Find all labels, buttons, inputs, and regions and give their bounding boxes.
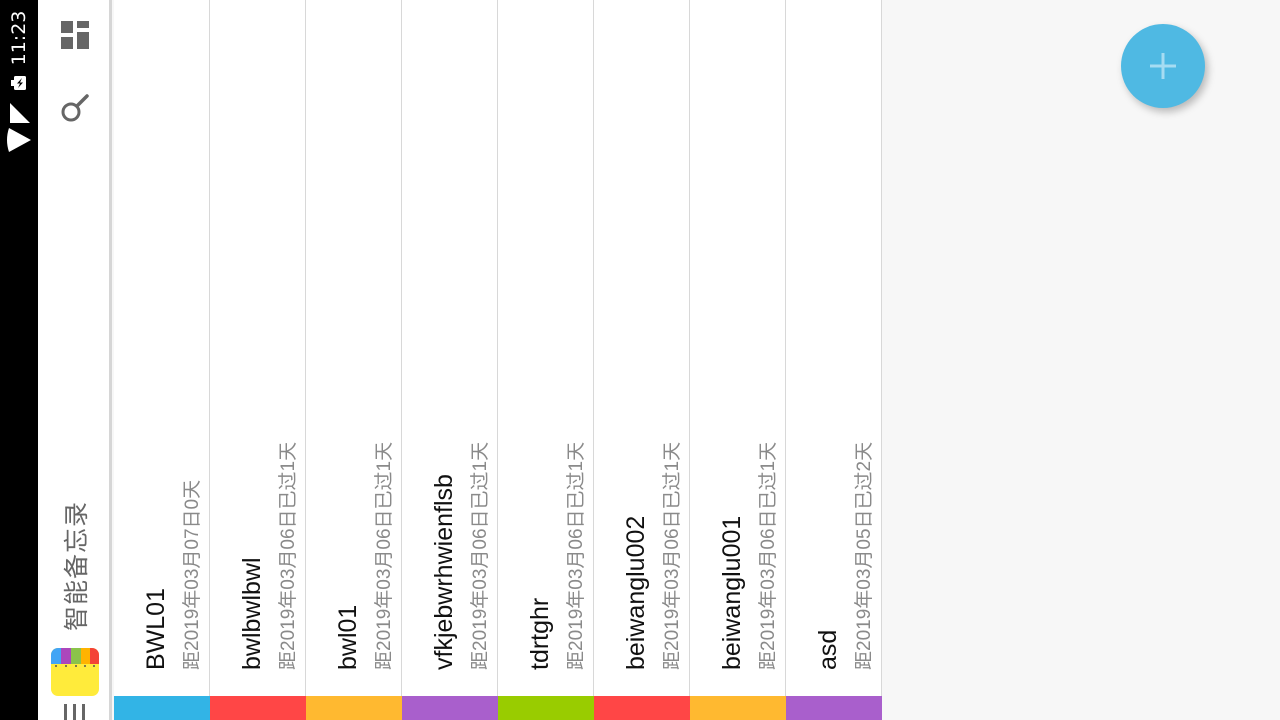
battery-charging-icon [11, 76, 26, 90]
screen: 11:23 智能备忘录 BWL01 距2019年03月07日0天 bwlbwlb… [0, 0, 1280, 720]
wifi-icon [7, 128, 31, 152]
memo-color-bar [690, 696, 786, 720]
memo-color-bar [786, 696, 882, 720]
memo-date: 距2019年03月06日已过1天 [374, 441, 395, 670]
memo-date: 距2019年03月05日已过2天 [854, 441, 875, 670]
memo-date: 距2019年03月06日已过1天 [278, 441, 299, 670]
memo-title: vfkjebwrhwienflsb [430, 474, 458, 670]
memo-color-bar [594, 696, 690, 720]
memo-item[interactable]: tdrtghr 距2019年03月06日已过1天 [498, 0, 594, 720]
app-logo-icon [51, 648, 99, 696]
memo-date: 距2019年03月06日已过1天 [470, 441, 491, 670]
memo-item[interactable]: BWL01 距2019年03月07日0天 [114, 0, 210, 720]
add-memo-button[interactable] [1121, 24, 1205, 108]
memo-item[interactable]: beiwanglu002 距2019年03月06日已过1天 [594, 0, 690, 720]
memo-title: beiwanglu002 [622, 515, 650, 670]
memo-title: beiwanglu001 [718, 515, 746, 670]
memo-title: BWL01 [142, 588, 170, 670]
search-icon[interactable] [60, 93, 90, 125]
memo-date: 距2019年03月06日已过1天 [662, 441, 683, 670]
memo-color-bar [210, 696, 306, 720]
status-bar: 11:23 [0, 0, 38, 720]
signal-icon [10, 103, 30, 123]
memo-color-bar [402, 696, 498, 720]
memo-item[interactable]: bwl01 距2019年03月06日已过1天 [306, 0, 402, 720]
memo-title: bwl01 [334, 604, 362, 670]
status-time: 11:23 [8, 10, 30, 66]
memo-color-bar [114, 696, 210, 720]
memo-date: 距2019年03月06日已过1天 [758, 441, 779, 670]
memo-item[interactable]: vfkjebwrhwienflsb 距2019年03月06日已过1天 [402, 0, 498, 720]
app-bar: 智能备忘录 [38, 0, 112, 720]
memo-list: BWL01 距2019年03月07日0天 bwlbwlbwl 距2019年03月… [114, 0, 882, 720]
plus-icon [1150, 53, 1176, 79]
memo-date: 距2019年03月07日0天 [182, 479, 203, 670]
dashboard-grid-icon[interactable] [61, 21, 89, 49]
memo-item[interactable]: bwlbwlbwl 距2019年03月06日已过1天 [210, 0, 306, 720]
memo-item[interactable]: beiwanglu001 距2019年03月06日已过1天 [690, 0, 786, 720]
app-title: 智能备忘录 [63, 500, 91, 632]
memo-item[interactable]: asd 距2019年03月05日已过2天 [786, 0, 882, 720]
memo-color-bar [498, 696, 594, 720]
memo-date: 距2019年03月06日已过1天 [566, 441, 587, 670]
memo-title: bwlbwlbwl [238, 557, 266, 670]
memo-title: tdrtghr [526, 597, 554, 670]
memo-title: asd [814, 629, 842, 670]
memo-color-bar [306, 696, 402, 720]
menu-icon[interactable] [64, 704, 86, 720]
